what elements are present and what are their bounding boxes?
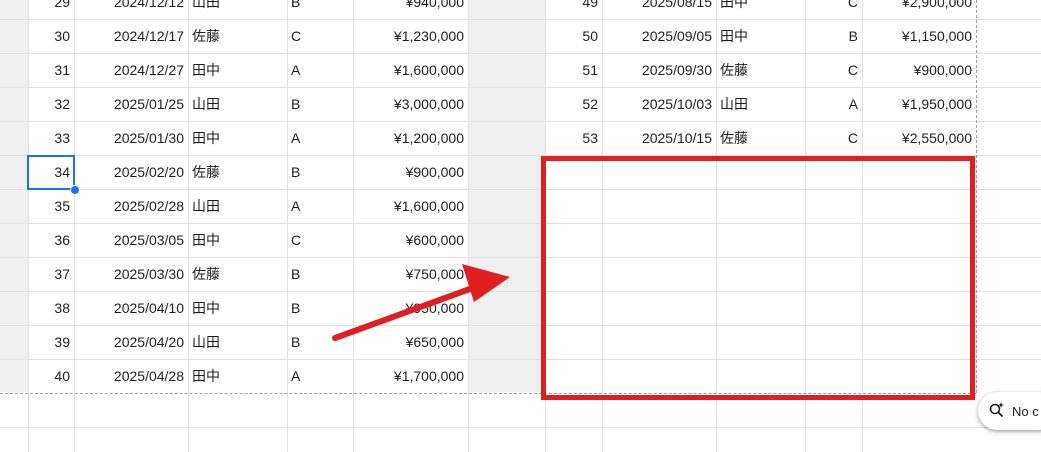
ai-suggestion-chip[interactable]: No c — [978, 392, 1041, 430]
annotation-arrow — [332, 264, 510, 341]
spreadsheet-grid[interactable]: 29 2024/12/12 山田 B ¥940,000 30 2024/12/1… — [0, 0, 1041, 452]
sparkle-search-icon — [988, 401, 1006, 422]
chip-label: No c — [1012, 403, 1039, 419]
